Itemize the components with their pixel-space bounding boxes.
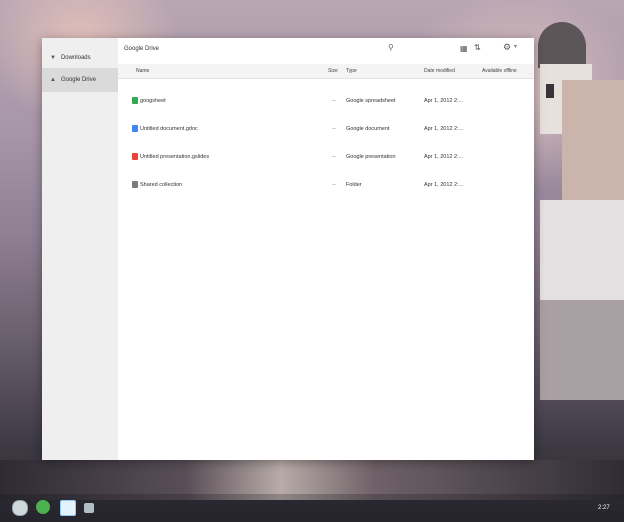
files-app-icon[interactable] [60, 500, 76, 516]
download-icon: ▼ [50, 55, 56, 61]
file-size: -- [332, 126, 336, 132]
grid-view-icon[interactable]: ▦ [460, 44, 468, 53]
table-row[interactable]: Untitled document.gdoc -- Google documen… [118, 118, 534, 140]
chrome-icon[interactable] [36, 500, 50, 514]
spreadsheet-icon [132, 97, 138, 104]
toolbar: Google Drive ⚲ ▦ ⇅ ⚙ ▾ [118, 38, 534, 62]
launcher-icon[interactable] [12, 500, 28, 516]
sidebar-item-label: Downloads [60, 55, 91, 61]
sidebar-item-label: Google Drive [60, 77, 96, 83]
file-size: -- [332, 182, 336, 188]
table-row[interactable]: Untitled presentation.gslides -- Google … [118, 146, 534, 168]
column-header-name[interactable]: Name [136, 68, 149, 74]
file-name: Shared collection [140, 182, 183, 188]
file-date: Apr 1, 2012 2:... [424, 126, 464, 132]
file-list-header: Name Size Type Date modified Available o… [118, 64, 534, 79]
file-type: Google presentation [346, 154, 396, 160]
folder-icon [132, 181, 138, 188]
search-icon[interactable]: ⚲ [388, 43, 394, 52]
status-tray-time[interactable]: 2:27 [598, 505, 610, 511]
files-app-window: ▼ Downloads ▲ Google Drive Google Drive … [42, 38, 534, 460]
file-type: Google document [346, 126, 390, 132]
table-row[interactable]: googsheet -- Google spreadsheet Apr 1, 2… [118, 90, 534, 112]
file-size: -- [332, 98, 336, 104]
column-header-available-offline[interactable]: Available offline [482, 68, 517, 74]
document-icon [132, 125, 138, 132]
background-building [540, 300, 624, 400]
breadcrumb[interactable]: Google Drive [124, 46, 159, 52]
chevron-down-icon[interactable]: ▾ [514, 43, 517, 50]
file-name: Untitled presentation.gslides [140, 154, 210, 160]
file-name: googsheet [140, 98, 166, 104]
background-dome [538, 22, 586, 68]
column-header-type[interactable]: Type [346, 68, 357, 74]
background-window [546, 84, 554, 98]
file-date: Apr 1, 2012 2:... [424, 182, 464, 188]
drive-icon: ▲ [50, 77, 56, 83]
file-name: Untitled document.gdoc [140, 126, 198, 132]
file-type: Folder [346, 182, 362, 188]
sort-icon[interactable]: ⇅ [474, 43, 481, 52]
file-date: Apr 1, 2012 2:... [424, 98, 464, 104]
presentation-icon [132, 153, 138, 160]
app-icon[interactable] [84, 503, 94, 513]
sidebar-item-downloads[interactable]: ▼ Downloads [42, 46, 118, 70]
file-size: -- [332, 154, 336, 160]
sidebar: ▼ Downloads ▲ Google Drive [42, 38, 118, 460]
file-date: Apr 1, 2012 2:... [424, 154, 464, 160]
column-header-size[interactable]: Size [328, 68, 338, 74]
column-header-date[interactable]: Date modified [424, 68, 455, 74]
sidebar-item-google-drive[interactable]: ▲ Google Drive [42, 68, 118, 92]
gear-icon[interactable]: ⚙ [503, 42, 511, 53]
table-row[interactable]: Shared collection -- Folder Apr 1, 2012 … [118, 174, 534, 196]
file-type: Google spreadsheet [346, 98, 396, 104]
main-pane: Google Drive ⚲ ▦ ⇅ ⚙ ▾ Name Size Type Da… [118, 38, 534, 460]
